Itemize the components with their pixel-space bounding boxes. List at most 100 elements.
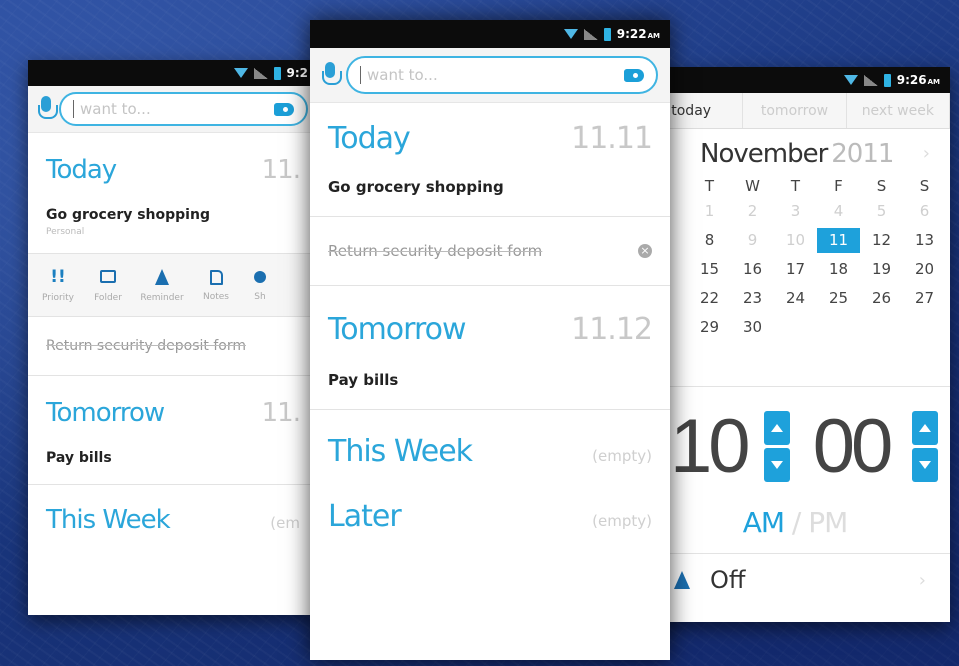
calendar-day[interactable]: 26 <box>860 286 903 311</box>
text-cursor <box>360 66 361 84</box>
tag-icon[interactable] <box>274 102 294 116</box>
completed-task: Return security deposit form <box>328 242 543 260</box>
minute-stepper <box>912 411 938 482</box>
hour-up-button[interactable] <box>764 411 790 445</box>
calendar-day[interactable]: 16 <box>731 257 774 282</box>
today-title[interactable]: Today <box>46 155 117 185</box>
month-header: November 2011 › <box>640 129 950 169</box>
search-box[interactable] <box>346 56 658 94</box>
person-icon <box>254 270 266 283</box>
calendar-day[interactable]: 27 <box>903 286 946 311</box>
tab-next-week[interactable]: next week <box>847 93 950 128</box>
date-tabs: today tomorrow next week <box>640 93 950 129</box>
weekday-label: T <box>704 177 715 195</box>
left-phone-screen: 9:2 Today 11. Go grocery shopping Person… <box>28 60 318 615</box>
pm-option[interactable]: PM <box>808 506 848 539</box>
calendar-day[interactable]: 8 <box>688 228 731 253</box>
task-category: Personal <box>46 227 85 237</box>
search-input[interactable] <box>80 100 274 118</box>
priority-action[interactable]: !! Priority <box>40 267 76 303</box>
hour-down-button[interactable] <box>764 448 790 482</box>
calendar-empty-cell <box>860 315 903 340</box>
calendar-day[interactable]: 13 <box>903 228 946 253</box>
calendar-day[interactable]: 9 <box>731 228 774 253</box>
completed-task: Return security deposit form <box>46 338 246 354</box>
weekday-label: S <box>876 177 887 195</box>
reminder-state: Off <box>710 566 746 594</box>
minute-down-button[interactable] <box>912 448 938 482</box>
bell-icon <box>155 269 169 285</box>
calendar-day[interactable]: 2 <box>731 199 774 224</box>
time-picker: 10 00 <box>640 387 950 490</box>
tomorrow-title[interactable]: Tomorrow <box>328 312 467 347</box>
task-item[interactable]: Pay bills <box>310 371 670 389</box>
search-row <box>310 48 670 103</box>
calendar-day[interactable]: 23 <box>731 286 774 311</box>
calendar-day[interactable]: 22 <box>688 286 731 311</box>
calendar-day[interactable]: 1 <box>688 199 731 224</box>
reminder-action[interactable]: Reminder <box>140 267 184 303</box>
right-phone-screen: 9:26AM today tomorrow next week November… <box>640 67 950 622</box>
reminder-row[interactable]: Off › <box>640 554 950 594</box>
later-empty: (empty) <box>592 512 652 530</box>
tab-tomorrow[interactable]: tomorrow <box>743 93 847 128</box>
today-title[interactable]: Today <box>328 121 411 156</box>
calendar-day[interactable]: 17 <box>774 257 817 282</box>
status-bar: 9:26AM <box>640 67 950 93</box>
action-label: Sh <box>254 291 266 302</box>
task-item[interactable]: Go grocery shopping <box>28 207 318 223</box>
calendar-day[interactable]: 20 <box>903 257 946 282</box>
calendar-day[interactable]: 5 <box>860 199 903 224</box>
chevron-right-icon: › <box>918 569 926 591</box>
text-cursor <box>73 100 74 118</box>
delete-icon[interactable]: × <box>638 244 652 258</box>
calendar-day[interactable]: 24 <box>774 286 817 311</box>
completed-task-row[interactable]: Return security deposit form × <box>310 217 670 285</box>
calendar-day[interactable]: 10 <box>774 228 817 253</box>
weekday-label: T <box>790 177 801 195</box>
battery-icon <box>273 66 281 80</box>
calendar-empty-cell <box>774 315 817 340</box>
status-ampm: AM <box>927 78 940 86</box>
completed-task-row[interactable]: Return security deposit form <box>28 317 318 375</box>
calendar-year: 2011 <box>831 139 894 169</box>
thisweek-title[interactable]: This Week <box>328 434 473 469</box>
calendar-day[interactable]: 29 <box>688 315 731 340</box>
search-box[interactable] <box>59 92 308 126</box>
next-month-chevron-icon[interactable]: › <box>923 143 930 164</box>
tomorrow-header: Tomorrow 11. <box>28 376 318 428</box>
tomorrow-title[interactable]: Tomorrow <box>46 398 165 428</box>
calendar-day[interactable]: 15 <box>688 257 731 282</box>
calendar-day[interactable]: 18 <box>817 257 860 282</box>
calendar-day[interactable]: 12 <box>860 228 903 253</box>
signal-icon <box>253 67 268 79</box>
status-time: 9:2 <box>286 66 309 80</box>
calendar-day[interactable]: 25 <box>817 286 860 311</box>
folder-action[interactable]: Folder <box>90 267 126 303</box>
microphone-icon[interactable] <box>322 62 342 88</box>
minute-up-button[interactable] <box>912 411 938 445</box>
calendar-day[interactable]: 3 <box>774 199 817 224</box>
tomorrow-header: Tomorrow 11.12 <box>310 286 670 347</box>
task-item[interactable]: Go grocery shopping <box>310 178 670 196</box>
calendar-day[interactable]: 30 <box>731 315 774 340</box>
calendar-day[interactable]: 11 <box>817 228 860 253</box>
calendar-empty-cell <box>817 315 860 340</box>
calendar-days: T W T F S S 1 2 3 4 5 6 8 9 10 11 12 13 15 16 17 18 19 20 22 23 24… <box>688 177 946 340</box>
calendar-day[interactable]: 4 <box>817 199 860 224</box>
microphone-icon[interactable] <box>38 96 58 122</box>
calendar-day[interactable]: 6 <box>903 199 946 224</box>
am-option[interactable]: AM <box>743 506 785 539</box>
later-title[interactable]: Later <box>328 499 402 534</box>
status-time-value: 9:22 <box>616 27 647 41</box>
search-input[interactable] <box>367 66 624 84</box>
today-date: 11.11 <box>571 121 653 156</box>
wifi-icon <box>843 75 858 85</box>
share-action[interactable]: Sh <box>248 269 272 302</box>
weekday-label: W <box>745 177 760 195</box>
thisweek-title[interactable]: This Week <box>46 505 171 535</box>
task-item[interactable]: Pay bills <box>28 450 318 466</box>
notes-action[interactable]: Notes <box>198 268 234 302</box>
tag-icon[interactable] <box>624 68 644 82</box>
calendar-day[interactable]: 19 <box>860 257 903 282</box>
